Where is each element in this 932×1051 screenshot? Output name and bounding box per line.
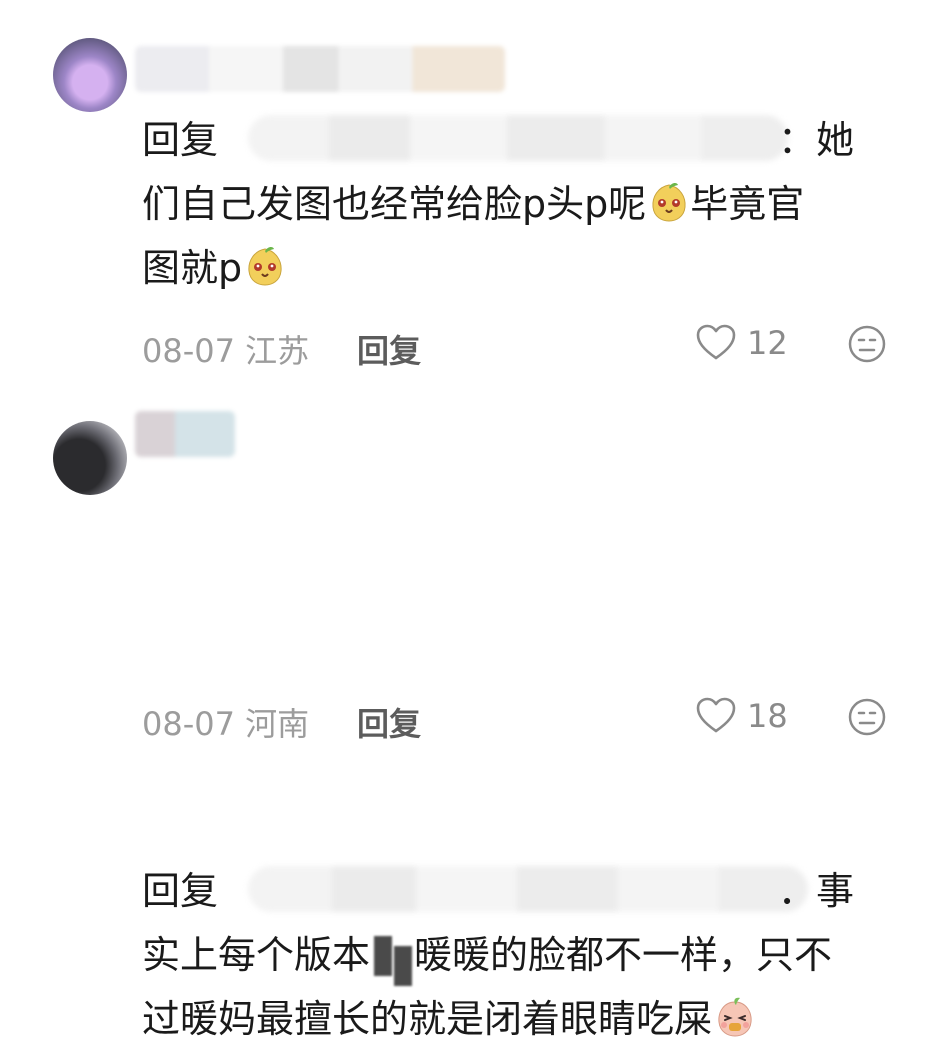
like-button[interactable]: 18: [695, 695, 788, 737]
heart-icon: [696, 324, 736, 360]
avatar[interactable]: [53, 421, 127, 495]
comment-date-location: 08-07 江苏: [142, 332, 310, 370]
username-redacted[interactable]: [135, 46, 505, 92]
reply-button[interactable]: 回复: [357, 326, 421, 372]
mention-redacted[interactable]: [248, 866, 808, 912]
reply-prefix: 回复: [142, 118, 219, 162]
reply-tail: ．事: [777, 869, 854, 913]
peach-face-emoji: [718, 997, 752, 1037]
mango-face-emoji: [652, 182, 686, 222]
mention-redacted[interactable]: [248, 115, 788, 161]
comment-line: 毕竟官: [690, 182, 805, 226]
comment-meta: 08-07 江苏 回复 12: [142, 320, 902, 370]
reply-tail: ：她: [777, 118, 854, 162]
like-button[interactable]: 12: [695, 322, 788, 364]
reply-prefix: 回复: [142, 869, 219, 913]
comment-item: 回复 ．事 实上每个版本 暖暖的脸都不一样，只不 过暖妈最擅长的就是闭着眼睛吃屎 …: [0, 378, 932, 1041]
comment-line: 图就p: [142, 246, 243, 290]
like-count: 12: [747, 324, 788, 362]
redaction-mark: [370, 936, 414, 986]
comment-line: 暖暖的脸都不一样，只不: [414, 933, 833, 977]
dislike-face-icon[interactable]: [847, 697, 887, 737]
username-redacted[interactable]: [135, 411, 235, 457]
comment-meta: 08-07 河南 回复 18: [142, 693, 902, 743]
mango-face-emoji: [248, 246, 282, 286]
comment-date-location: 08-07 河南: [142, 705, 310, 743]
comment-text: 回复 ．事 实上每个版本 暖暖的脸都不一样，只不 过暖妈最擅长的就是闭着眼睛吃屎: [142, 859, 902, 1051]
comment-text: 回复 ：她 们自己发图也经常给脸p头p呢 毕竟官 图就p: [142, 108, 902, 300]
comment-line: 们自己发图也经常给脸p头p呢: [142, 182, 647, 226]
comment-line: 实上每个版本: [142, 933, 371, 977]
heart-icon: [696, 697, 736, 733]
comment-line: 过暖妈最擅长的就是闭着眼睛吃屎: [142, 997, 713, 1041]
reply-button[interactable]: 回复: [357, 699, 421, 745]
comment-item: 回复 ：她 们自己发图也经常给脸p头p呢 毕竟官 图就p 08-07 江苏 回复…: [0, 0, 932, 378]
like-count: 18: [747, 697, 788, 735]
avatar[interactable]: [53, 38, 127, 112]
dislike-face-icon[interactable]: [847, 324, 887, 364]
